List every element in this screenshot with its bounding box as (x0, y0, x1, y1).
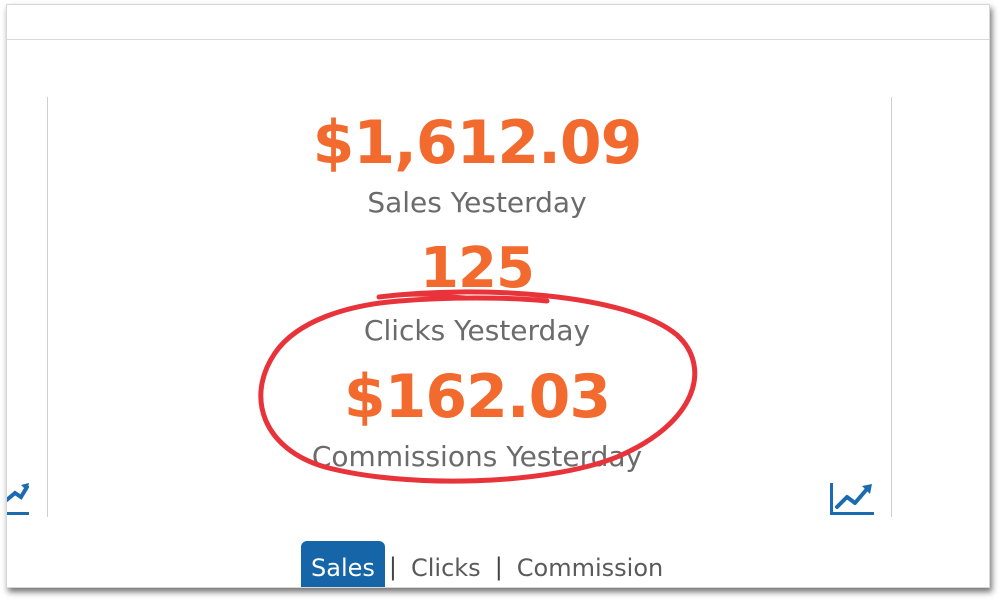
commissions-label: Commissions Yesterday (311, 440, 643, 473)
clicks-label: Clicks Yesterday (363, 314, 591, 347)
sales-value: $1,612.09 (312, 108, 643, 178)
sales-label: Sales Yesterday (367, 186, 587, 219)
tab-separator: | (494, 553, 503, 581)
chart-tabs: Sales | Clicks | Commission (301, 541, 673, 587)
header-divider (7, 39, 989, 40)
clicks-value: 125 (420, 236, 535, 301)
screenshot-frame: $1,612.09 Sales Yesterday 125 Clicks Yes… (6, 4, 990, 588)
tab-sales[interactable]: Sales (301, 541, 385, 587)
commissions-value: $162.03 (343, 362, 611, 432)
trend-up-chart-icon-right[interactable] (829, 479, 875, 517)
trend-up-chart-icon-left[interactable] (7, 479, 31, 517)
tab-separator: | (388, 553, 397, 581)
tab-clicks[interactable]: Clicks (401, 541, 491, 587)
tab-commission[interactable]: Commission (507, 541, 673, 587)
